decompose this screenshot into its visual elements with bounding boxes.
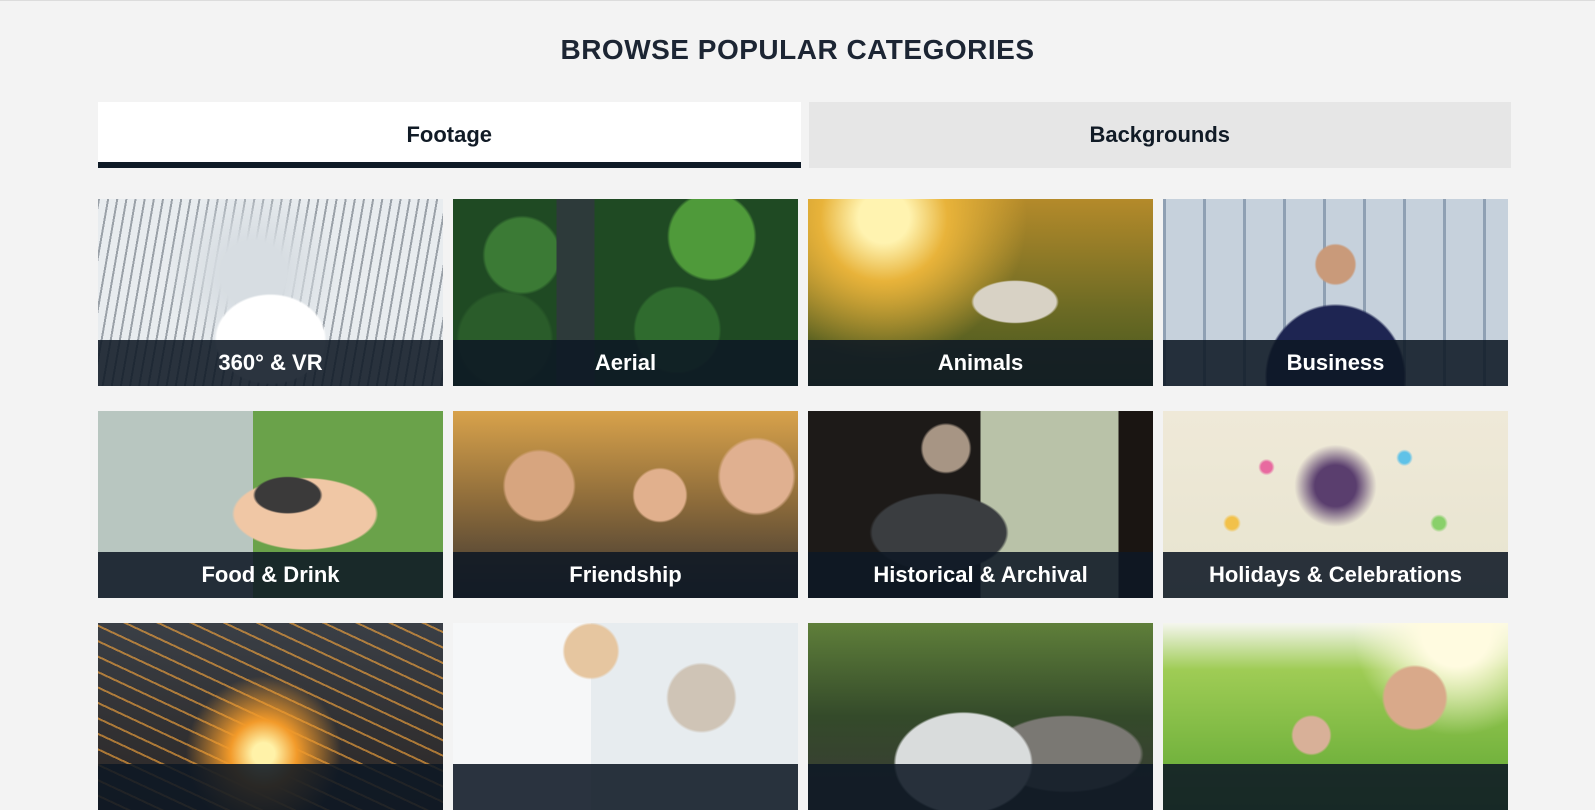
top-divider: [0, 0, 1595, 1]
category-label: [453, 764, 798, 810]
category-card-medical[interactable]: [453, 623, 798, 810]
category-card-historical-archival[interactable]: Historical & Archival: [808, 411, 1153, 598]
category-label: [1163, 764, 1508, 810]
category-label: Friendship: [453, 552, 798, 598]
category-label: [808, 764, 1153, 810]
category-grid: 360° & VR Aerial Animals Business Food &…: [98, 199, 1511, 810]
category-label: [98, 764, 443, 810]
category-label: 360° & VR: [98, 340, 443, 386]
category-card-holidays-celebrations[interactable]: Holidays & Celebrations: [1163, 411, 1508, 598]
category-label: Food & Drink: [98, 552, 443, 598]
category-label: Animals: [808, 340, 1153, 386]
category-label: Aerial: [453, 340, 798, 386]
category-label: Holidays & Celebrations: [1163, 552, 1508, 598]
category-card-animals[interactable]: Animals: [808, 199, 1153, 386]
tab-backgrounds[interactable]: Backgrounds: [808, 102, 1511, 168]
category-card-aerial[interactable]: Aerial: [453, 199, 798, 386]
category-card-industry[interactable]: [98, 623, 443, 810]
section-heading: BROWSE POPULAR CATEGORIES: [560, 34, 1035, 65]
category-card-food-drink[interactable]: Food & Drink: [98, 411, 443, 598]
category-card-business[interactable]: Business: [1163, 199, 1508, 386]
category-card-nature[interactable]: [808, 623, 1153, 810]
category-tabs: Footage Backgrounds: [98, 102, 1511, 168]
category-label: Business: [1163, 340, 1508, 386]
tab-footage[interactable]: Footage: [98, 102, 801, 168]
category-card-360-vr[interactable]: 360° & VR: [98, 199, 443, 386]
category-card-friendship[interactable]: Friendship: [453, 411, 798, 598]
category-card-people[interactable]: [1163, 623, 1508, 810]
category-label: Historical & Archival: [808, 552, 1153, 598]
